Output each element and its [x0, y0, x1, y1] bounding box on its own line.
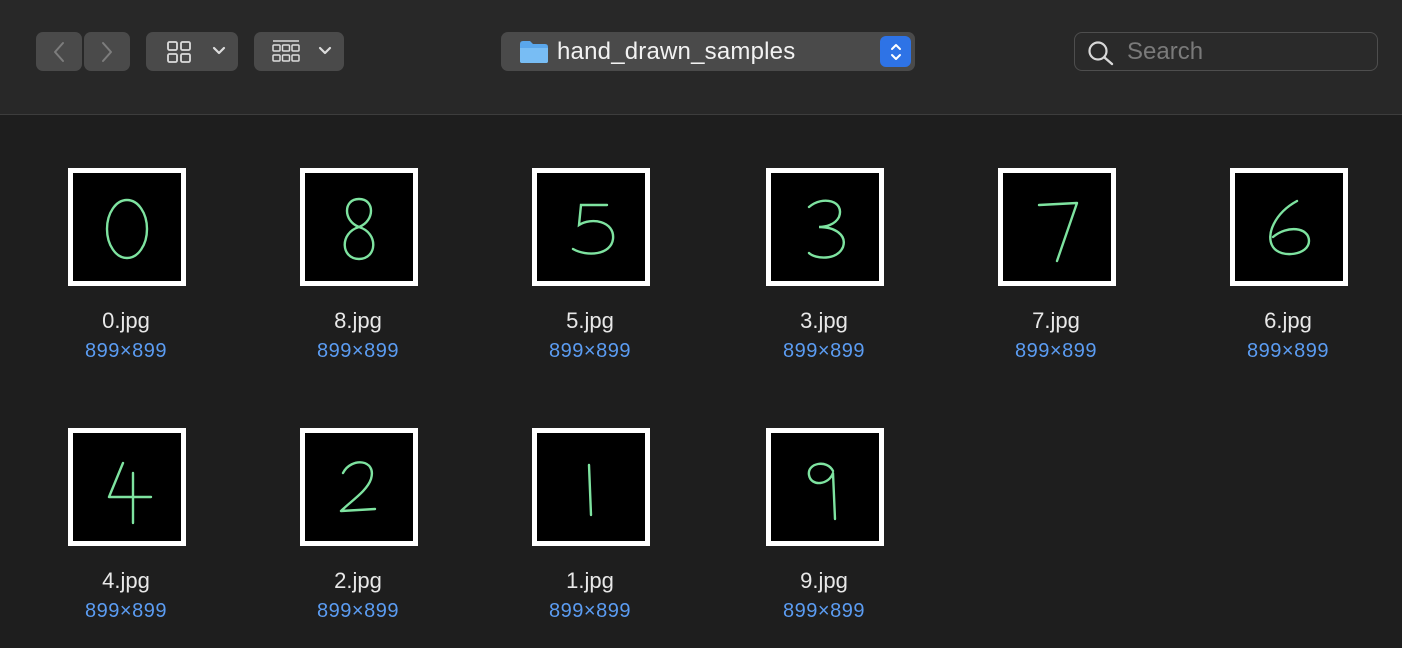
file-name[interactable]: 0.jpg: [26, 308, 226, 334]
file-thumbnail[interactable]: [766, 168, 884, 286]
file-name[interactable]: 8.jpg: [258, 308, 458, 334]
file-dimensions: 899×899: [549, 340, 631, 362]
search-input[interactable]: [1127, 33, 1367, 70]
folder-icon: [520, 41, 548, 63]
file-thumbnail[interactable]: [68, 168, 186, 286]
file-name[interactable]: 5.jpg: [490, 308, 690, 334]
view-mode-button[interactable]: [146, 32, 238, 71]
digit-4-image: [73, 433, 181, 541]
search-field[interactable]: [1074, 32, 1378, 71]
up-down-chevron-icon: [890, 43, 901, 60]
file-item[interactable]: 5.jpg 899×899: [490, 168, 690, 368]
popup-stepper[interactable]: [880, 36, 911, 67]
file-item[interactable]: 0.jpg 899×899: [26, 168, 226, 368]
folder-title: hand_drawn_samples: [557, 38, 796, 65]
file-dimensions: 899×899: [85, 600, 167, 622]
file-item[interactable]: 2.jpg 899×899: [258, 428, 458, 628]
group-by-button[interactable]: [254, 32, 344, 71]
file-item[interactable]: 4.jpg 899×899: [26, 428, 226, 628]
file-dimensions: 899×899: [317, 340, 399, 362]
file-thumbnail[interactable]: [998, 168, 1116, 286]
back-button[interactable]: [36, 32, 82, 71]
file-dimensions: 899×899: [1247, 340, 1329, 362]
file-dimensions: 899×899: [317, 600, 399, 622]
finder-window: hand_drawn_samples 0.jpg 899×899 8.jpg 899×…: [0, 0, 1402, 648]
file-thumbnail[interactable]: [532, 168, 650, 286]
file-item[interactable]: 8.jpg 899×899: [258, 168, 458, 368]
file-name[interactable]: 7.jpg: [956, 308, 1156, 334]
digit-0-image: [73, 173, 181, 281]
chevron-right-icon: [102, 41, 112, 62]
file-item[interactable]: 1.jpg 899×899: [490, 428, 690, 628]
file-item[interactable]: 3.jpg 899×899: [724, 168, 924, 368]
file-item[interactable]: 6.jpg 899×899: [1188, 168, 1388, 368]
file-name[interactable]: 6.jpg: [1188, 308, 1388, 334]
file-dimensions: 899×899: [549, 600, 631, 622]
file-thumbnail[interactable]: [766, 428, 884, 546]
icon-view-grid-icon: [167, 40, 191, 63]
file-dimensions: 899×899: [1015, 340, 1097, 362]
file-name[interactable]: 3.jpg: [724, 308, 924, 334]
forward-button[interactable]: [84, 32, 130, 71]
digit-1-image: [537, 433, 645, 541]
file-grid: 0.jpg 899×899 8.jpg 899×899 5.jpg 899×899 3.jp…: [0, 115, 1402, 648]
chevron-left-icon: [54, 41, 64, 62]
chevron-down-icon: [212, 46, 226, 55]
file-name[interactable]: 9.jpg: [724, 568, 924, 594]
file-thumbnail[interactable]: [300, 428, 418, 546]
digit-3-image: [771, 173, 879, 281]
search-icon: [1088, 41, 1114, 66]
toolbar: hand_drawn_samples: [0, 0, 1402, 115]
file-dimensions: 899×899: [783, 340, 865, 362]
file-item[interactable]: 9.jpg 899×899: [724, 428, 924, 628]
file-thumbnail[interactable]: [1230, 168, 1348, 286]
gallery-group-icon: [272, 39, 300, 62]
digit-2-image: [305, 433, 413, 541]
file-thumbnail[interactable]: [300, 168, 418, 286]
folder-path-popup[interactable]: hand_drawn_samples: [501, 32, 915, 71]
file-name[interactable]: 4.jpg: [26, 568, 226, 594]
digit-5-image: [537, 173, 645, 281]
chevron-down-icon: [318, 46, 332, 55]
digit-8-image: [305, 173, 413, 281]
file-name[interactable]: 1.jpg: [490, 568, 690, 594]
digit-6-image: [1235, 173, 1343, 281]
digit-9-image: [771, 433, 879, 541]
file-thumbnail[interactable]: [532, 428, 650, 546]
file-name[interactable]: 2.jpg: [258, 568, 458, 594]
file-dimensions: 899×899: [85, 340, 167, 362]
file-item[interactable]: 7.jpg 899×899: [956, 168, 1156, 368]
file-thumbnail[interactable]: [68, 428, 186, 546]
digit-7-image: [1003, 173, 1111, 281]
file-dimensions: 899×899: [783, 600, 865, 622]
